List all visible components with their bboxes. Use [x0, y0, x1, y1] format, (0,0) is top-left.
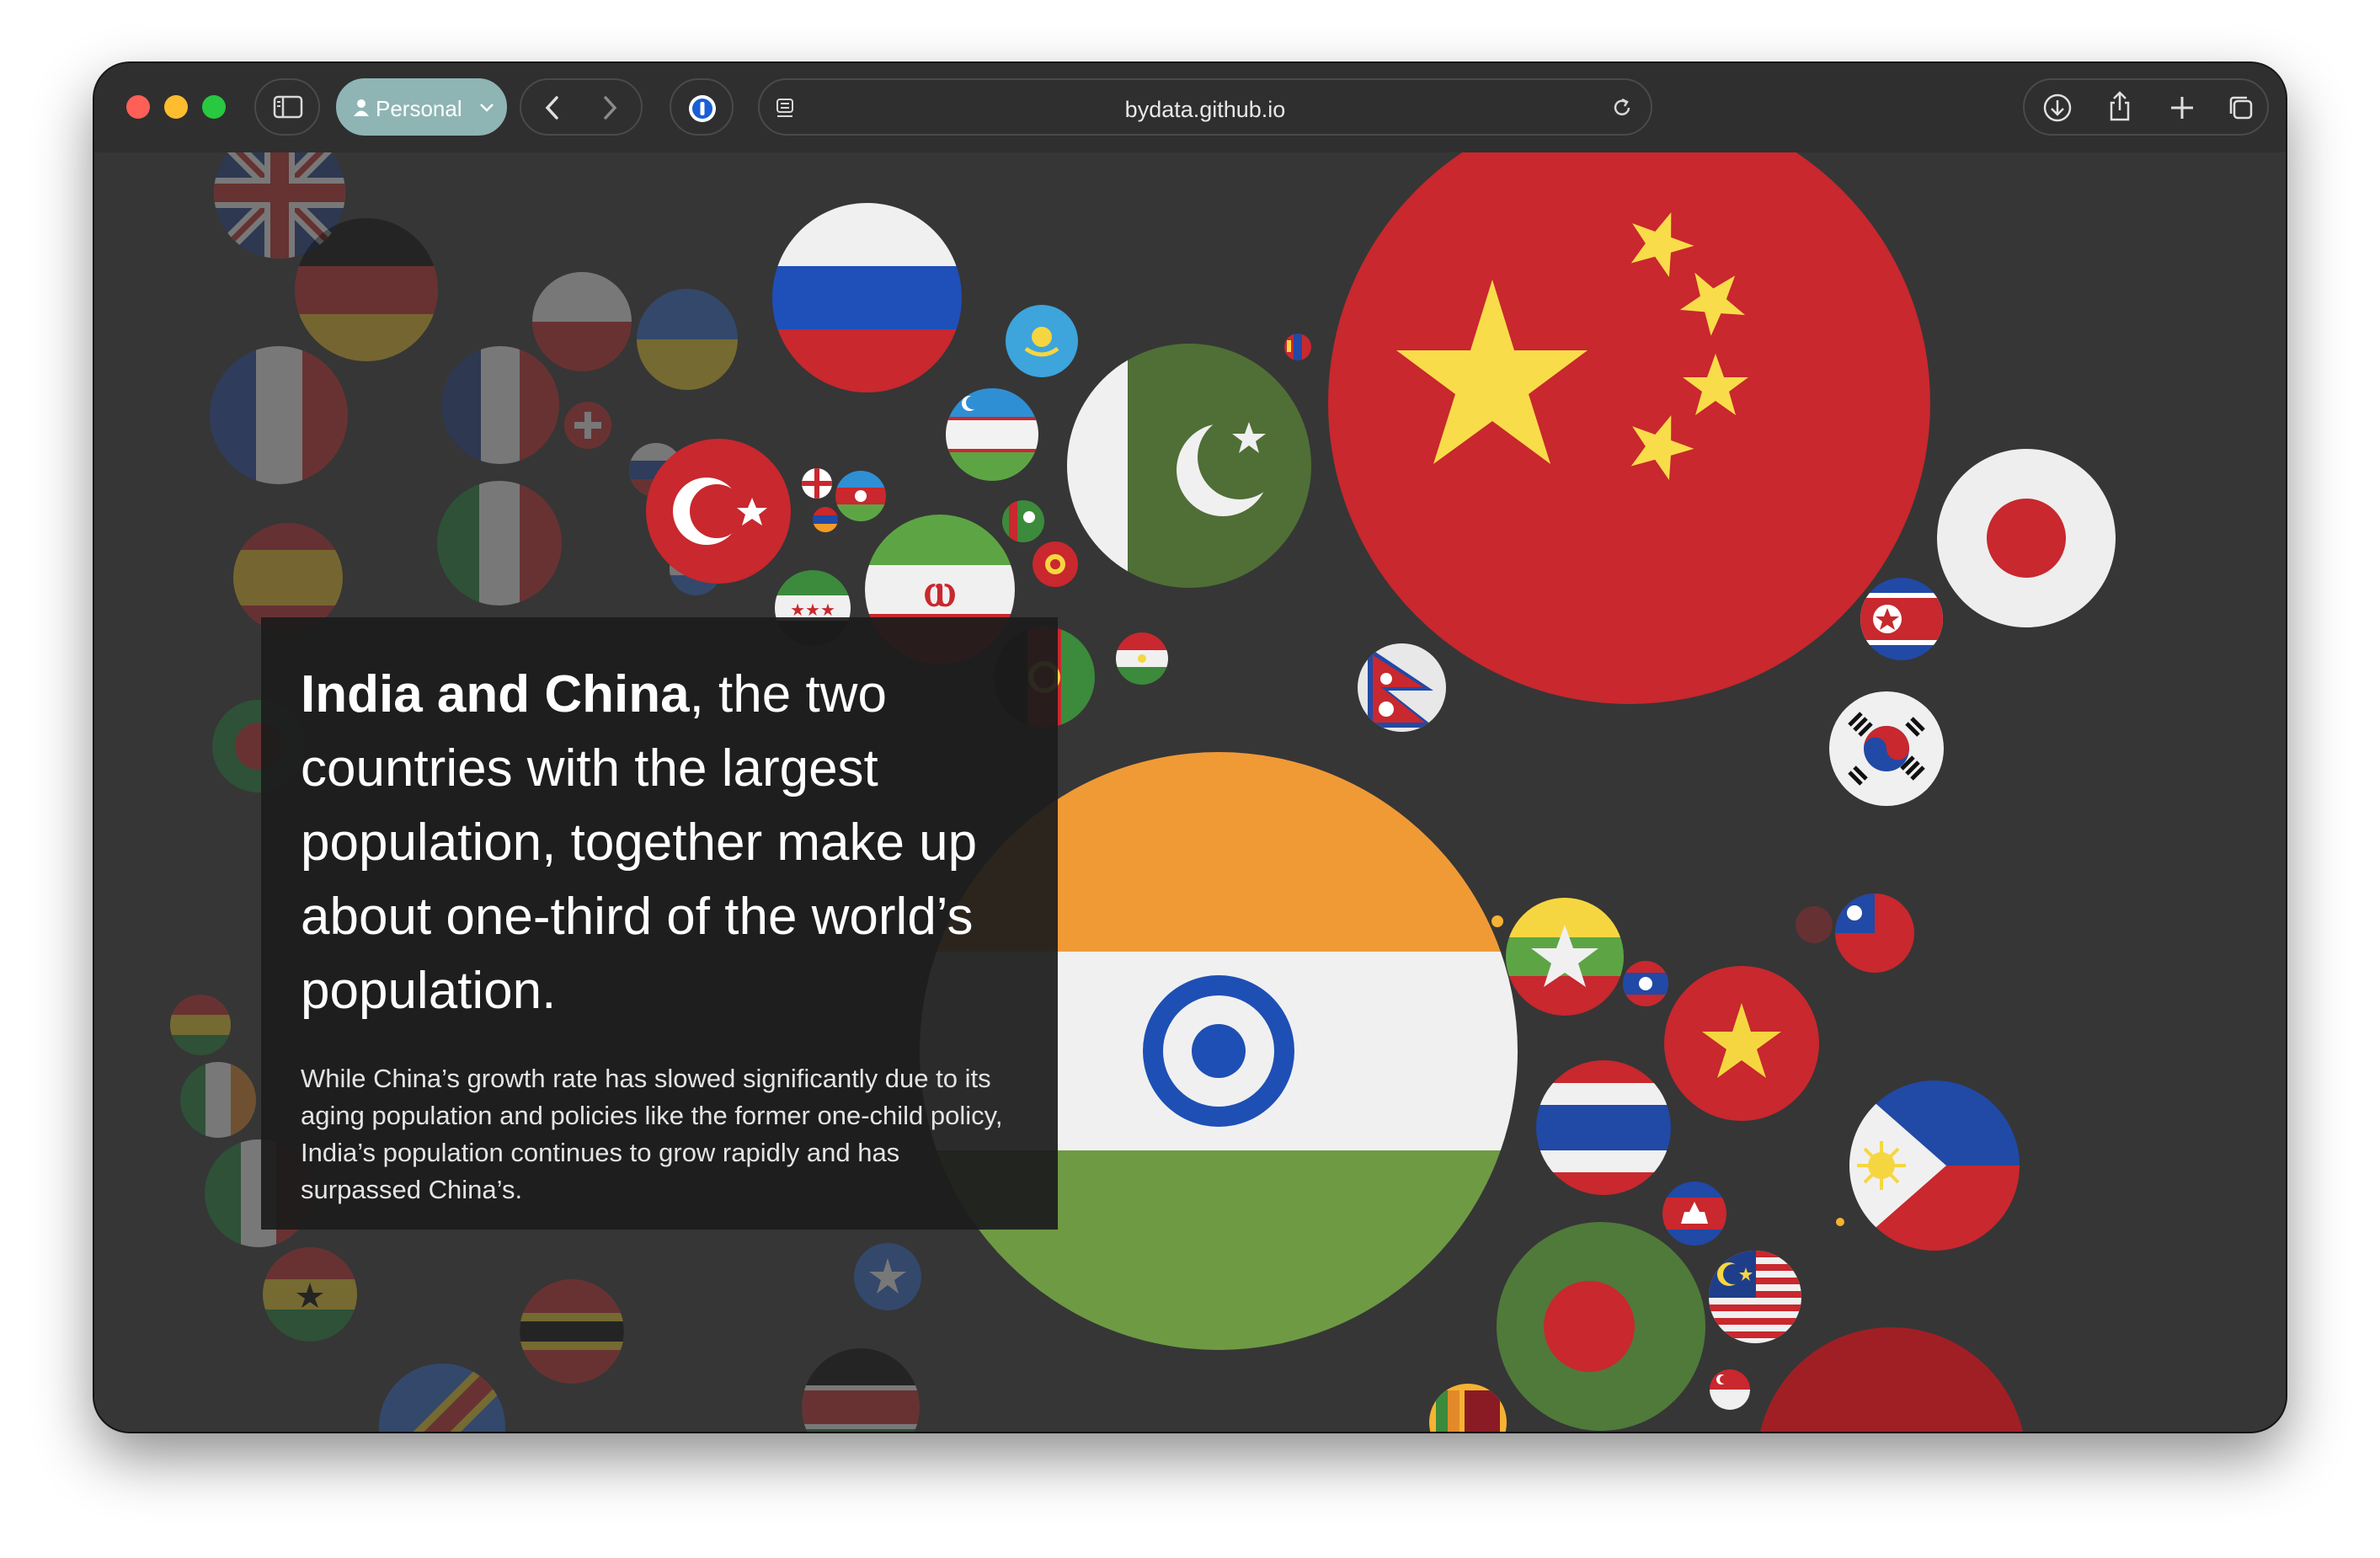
minimize-window-button[interactable]	[164, 95, 188, 119]
flag-uzbekistan	[946, 388, 1038, 481]
flag-russia	[772, 203, 962, 392]
navigation-buttons	[520, 78, 643, 136]
person-icon	[354, 99, 369, 116]
flag-kazakhstan	[1006, 305, 1078, 377]
close-window-button[interactable]	[126, 95, 150, 119]
sidebar-toggle-button[interactable]	[254, 78, 320, 136]
flag-pakistan	[1067, 344, 1311, 588]
flag-myanmar	[1506, 898, 1624, 1016]
story-text-box: India and China, the two countries with …	[261, 617, 1058, 1230]
flag-japan	[1937, 449, 2116, 627]
flag-bubble	[854, 1243, 921, 1310]
flag-bubble	[170, 995, 231, 1055]
url-text: bydata.github.io	[1124, 97, 1286, 122]
story-body: While China’s growth rate has slowed sig…	[301, 1064, 1003, 1204]
story-headline: India and China, the two countries with …	[301, 658, 1025, 1028]
tab-overview-icon[interactable]	[2225, 92, 2257, 124]
password-manager-button[interactable]	[670, 78, 734, 136]
profile-button[interactable]: Personal	[336, 78, 507, 136]
flag-bangladesh	[1497, 1222, 1705, 1431]
flag-singapore	[1710, 1369, 1750, 1410]
browser-toolbar: Personal bydata.github.io	[94, 63, 2286, 152]
flag-bubble	[564, 402, 611, 449]
flag-thailand	[1536, 1060, 1671, 1195]
flag-armenia	[813, 507, 838, 532]
flag-georgia	[802, 468, 832, 499]
flag-laos	[1623, 961, 1668, 1006]
flag-bubble	[263, 1247, 357, 1342]
chevron-down-icon	[480, 104, 494, 112]
new-tab-icon[interactable]	[2166, 92, 2198, 124]
flag-bubble	[802, 1348, 920, 1432]
flag-taiwan	[1835, 894, 1914, 973]
flag-malaysia	[1709, 1251, 1801, 1343]
flag-north-korea	[1860, 578, 1943, 660]
flag-tajikistan	[1116, 632, 1168, 685]
flag-bubble	[180, 1062, 256, 1138]
address-bar[interactable]: bydata.github.io	[758, 78, 1652, 136]
flag-bubble	[233, 523, 343, 632]
share-icon[interactable]	[2104, 90, 2136, 124]
svg-text:ⲱ: ⲱ	[925, 563, 956, 616]
flag-nepal	[1358, 643, 1446, 732]
flag-turkey	[646, 439, 791, 584]
forward-icon[interactable]	[599, 95, 621, 120]
flag-kyrgyzstan	[1033, 542, 1078, 587]
flag-china	[1328, 152, 1930, 704]
flag-mongolia	[1284, 333, 1311, 360]
flag-bubble	[637, 289, 738, 390]
flag-bubble	[379, 1363, 505, 1432]
flag-bubble	[1492, 915, 1503, 927]
flag-cambodia	[1662, 1182, 1726, 1246]
profile-label: Personal	[376, 96, 462, 121]
flag-bubble	[1836, 1218, 1844, 1226]
reload-icon[interactable]	[1610, 96, 1634, 120]
flag-bubble	[437, 481, 562, 606]
flag-south-korea	[1829, 691, 1944, 806]
flag-vietnam	[1664, 966, 1819, 1121]
toolbar-actions	[2023, 78, 2269, 136]
flag-bubble	[441, 346, 559, 464]
flag-bubble	[1796, 906, 1833, 943]
zoom-window-button[interactable]	[202, 95, 226, 119]
web-content: ⲱ ★★★ India and China, the two countries…	[94, 152, 2286, 1432]
flag-indonesia	[1757, 1327, 2026, 1432]
back-icon[interactable]	[542, 95, 563, 120]
flag-sri-lanka	[1429, 1384, 1507, 1432]
flag-bubble	[210, 346, 348, 484]
headline-bold: India and China	[301, 665, 690, 723]
flag-turkmenistan	[1002, 500, 1044, 542]
flag-bubble	[295, 218, 438, 361]
flag-bubble	[532, 272, 632, 371]
flag-bubble	[520, 1279, 624, 1384]
browser-window: Personal bydata.github.io ⲱ ★★★ India an…	[94, 63, 2286, 1432]
download-icon[interactable]	[2041, 92, 2073, 124]
flag-azerbaijan	[835, 471, 886, 521]
flag-philippines	[1849, 1080, 2020, 1251]
sidebar-icon	[273, 95, 303, 119]
password-manager-icon	[689, 95, 716, 122]
